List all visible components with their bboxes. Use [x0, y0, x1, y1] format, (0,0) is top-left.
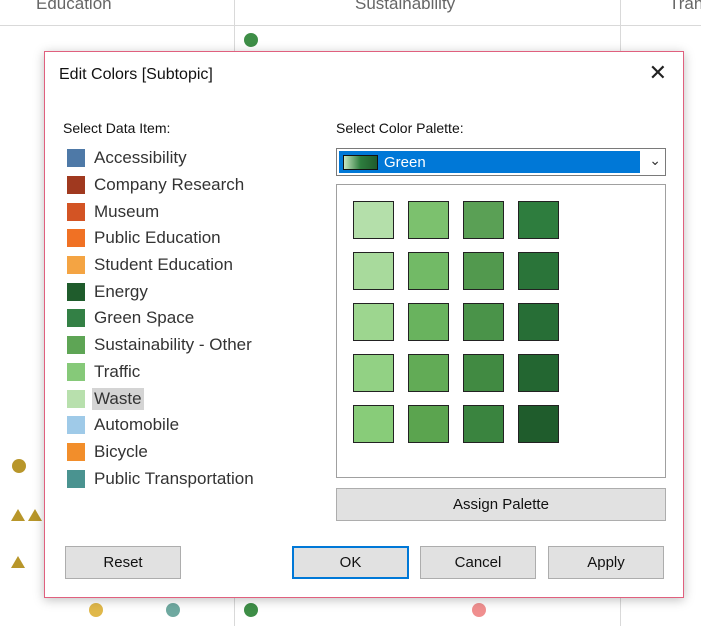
palette-color-cell[interactable] [408, 405, 449, 443]
palette-color-cell[interactable] [518, 303, 559, 341]
color-swatch [67, 282, 85, 301]
edit-colors-dialog: Edit Colors [Subtopic] ✕ Select Data Ite… [44, 51, 684, 598]
palette-color-cell[interactable] [353, 405, 394, 443]
color-swatch [67, 309, 85, 328]
data-mark[interactable] [12, 459, 26, 473]
data-item[interactable]: Bicycle [63, 439, 317, 466]
data-item[interactable]: Sustainability - Other [63, 332, 317, 359]
cancel-button[interactable]: Cancel [420, 546, 536, 579]
data-item-label: Traffic [94, 361, 141, 381]
palette-color-cell[interactable] [463, 354, 504, 392]
color-swatch [67, 362, 85, 381]
palette-color-cell[interactable] [463, 201, 504, 239]
data-mark[interactable] [89, 603, 103, 617]
data-item[interactable]: Museum [63, 198, 317, 225]
column-header-sustainability: Sustainability [355, 0, 456, 13]
palette-color-cell[interactable] [353, 252, 394, 290]
palette-color-cell[interactable] [408, 252, 449, 290]
palette-color-cell[interactable] [463, 252, 504, 290]
data-mark[interactable] [166, 603, 180, 617]
palette-color-cell[interactable] [408, 201, 449, 239]
assign-palette-button[interactable]: Assign Palette [336, 488, 666, 521]
data-item[interactable]: Company Research [63, 172, 317, 199]
palette-color-cell[interactable] [353, 201, 394, 239]
color-swatch [67, 389, 85, 408]
dialog-title: Edit Colors [Subtopic] [59, 66, 213, 83]
color-swatch [67, 176, 85, 195]
data-item[interactable]: Accessibility [63, 145, 317, 172]
column-header-education: Education [36, 0, 112, 13]
data-item-label: Accessibility [94, 148, 187, 168]
data-item[interactable]: Public Education [63, 225, 317, 252]
palette-selected-value: Green [384, 153, 426, 171]
palette-gradient-icon [343, 154, 378, 170]
data-mark[interactable] [244, 33, 258, 47]
ok-button[interactable]: OK [292, 546, 409, 579]
data-item-list[interactable]: Accessibility Company Research Museum Publi… [63, 145, 317, 522]
palette-color-cell[interactable] [353, 354, 394, 392]
data-item-label: Public Education [94, 228, 221, 248]
data-item-label: Bicycle [94, 441, 148, 461]
data-item[interactable]: Student Education [63, 252, 317, 279]
data-mark[interactable] [11, 556, 25, 568]
data-item[interactable]: Traffic [63, 359, 317, 386]
data-item-label: Museum [94, 201, 160, 221]
color-swatch [67, 469, 85, 488]
data-item[interactable]: Automobile [63, 412, 317, 439]
palette-color-cell[interactable] [408, 354, 449, 392]
data-mark[interactable] [472, 603, 486, 617]
palette-color-cell[interactable] [518, 252, 559, 290]
palette-color-cell[interactable] [463, 303, 504, 341]
select-data-item-label: Select Data Item: [63, 120, 171, 136]
column-header-transportation: Tran [669, 0, 701, 13]
data-mark[interactable] [11, 509, 25, 521]
data-item[interactable]: Energy [63, 278, 317, 305]
data-item-label: Waste [92, 387, 144, 410]
data-item-label: Green Space [94, 308, 195, 328]
data-mark[interactable] [244, 603, 258, 617]
data-item-label: Automobile [94, 415, 180, 435]
palette-color-cell[interactable] [518, 405, 559, 443]
data-mark[interactable] [28, 509, 42, 521]
color-swatch [67, 149, 85, 168]
palette-color-cell[interactable] [463, 405, 504, 443]
apply-button[interactable]: Apply [548, 546, 664, 579]
palette-color-cell[interactable] [518, 201, 559, 239]
data-item[interactable]: Public Transportation [63, 465, 317, 492]
data-item-label: Energy [94, 281, 148, 301]
data-item[interactable]: Waste [63, 385, 317, 412]
palette-swatch-panel [336, 184, 666, 478]
palette-color-cell[interactable] [408, 303, 449, 341]
color-swatch [67, 416, 85, 435]
color-swatch [67, 202, 85, 221]
data-item-label: Public Transportation [94, 468, 254, 488]
data-item-label: Company Research [94, 175, 245, 195]
palette-color-cell[interactable] [353, 303, 394, 341]
close-icon[interactable]: ✕ [649, 62, 667, 84]
chevron-down-icon[interactable]: ⌄ [649, 152, 661, 169]
select-color-palette-label: Select Color Palette: [336, 120, 464, 136]
color-palette-dropdown[interactable]: Green ⌄ [336, 148, 666, 176]
color-swatch [67, 229, 85, 248]
data-item-label: Sustainability - Other [94, 335, 252, 355]
data-item-label: Student Education [94, 255, 233, 275]
reset-button[interactable]: Reset [65, 546, 181, 579]
palette-color-cell[interactable] [518, 354, 559, 392]
color-swatch [67, 336, 85, 355]
color-swatch [67, 442, 85, 461]
data-item[interactable]: Green Space [63, 305, 317, 332]
color-swatch [67, 256, 85, 275]
